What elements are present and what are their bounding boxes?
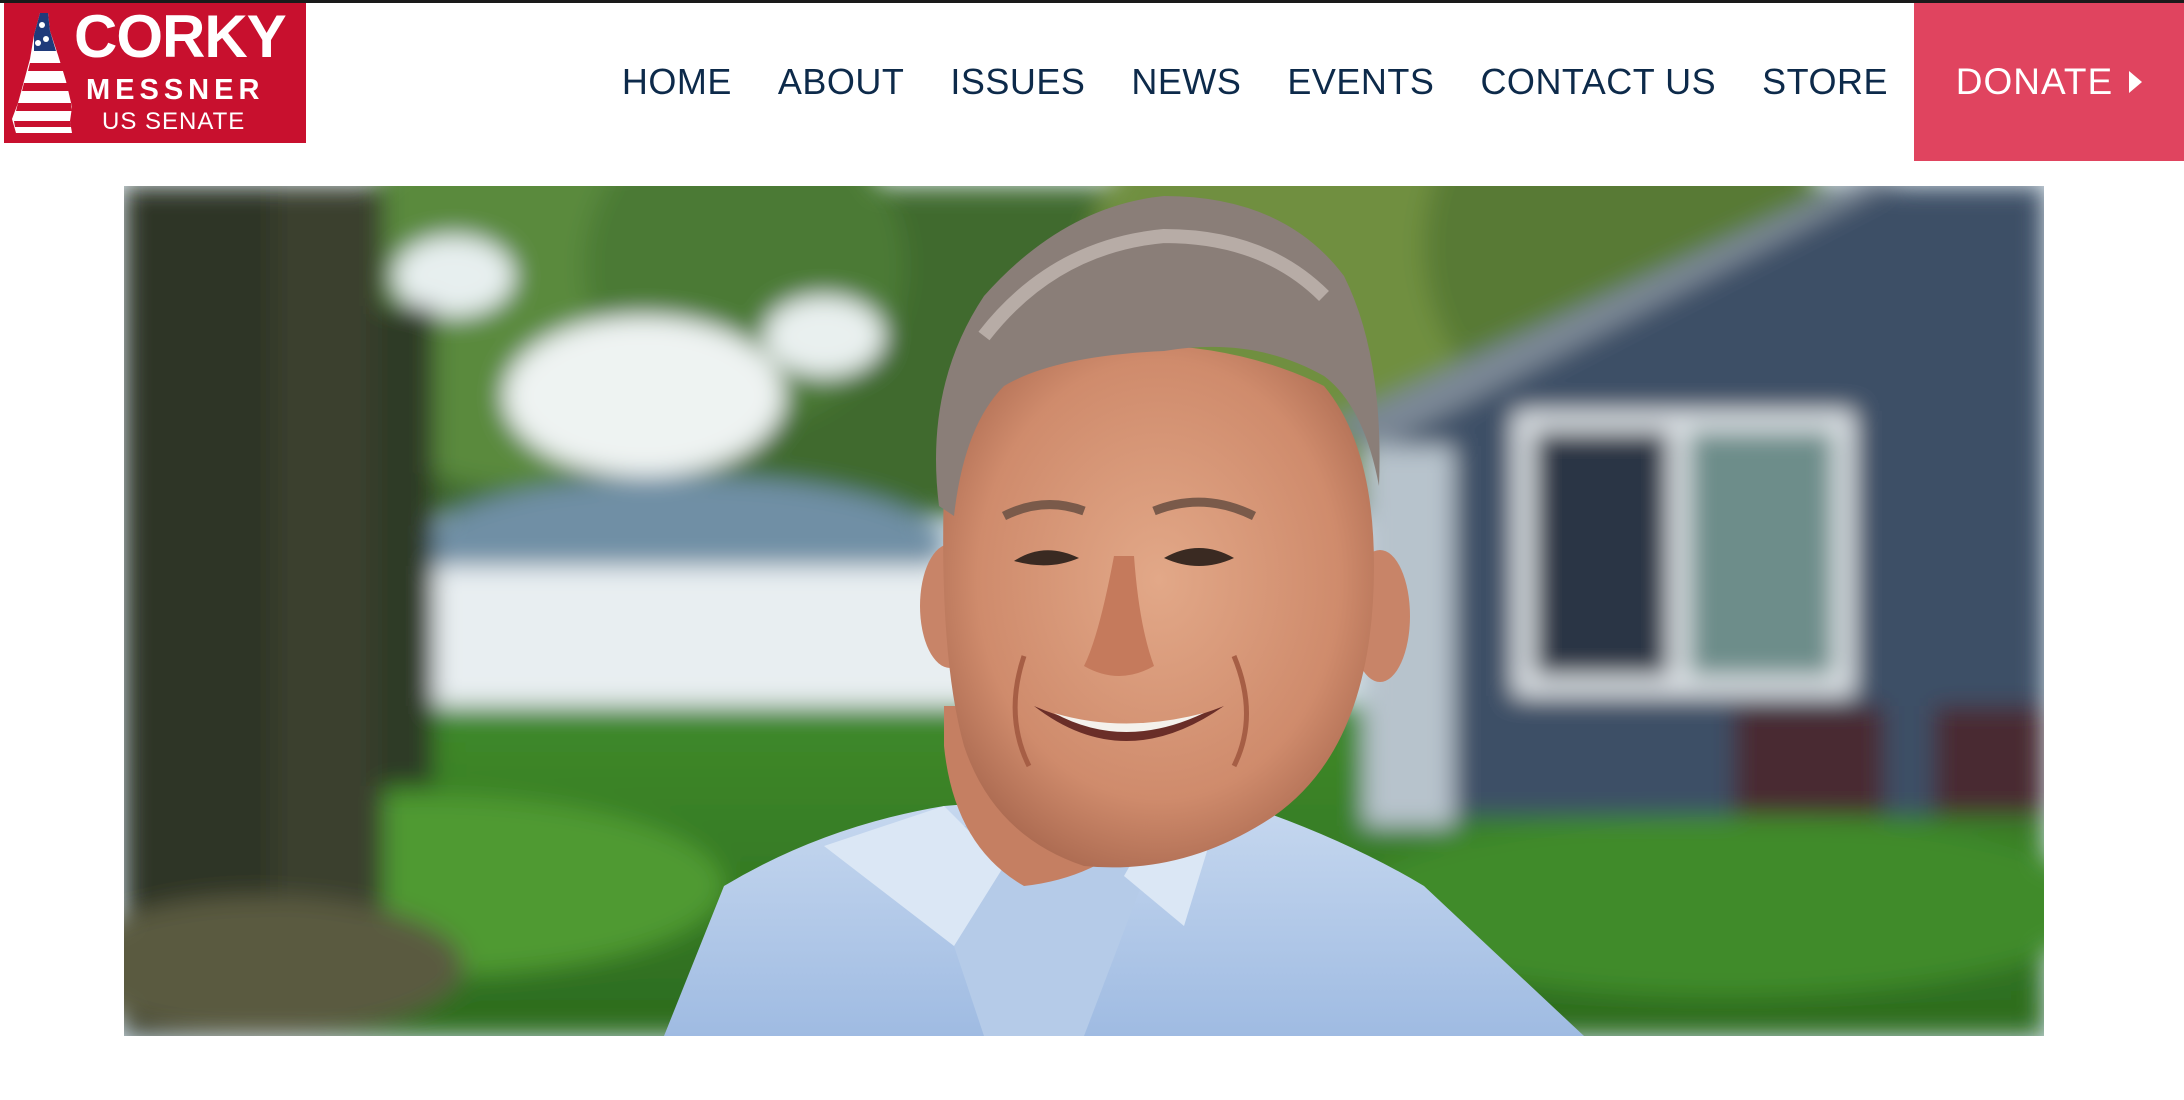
logo-name-first: CORKY bbox=[74, 3, 287, 70]
page: CORKY MESSNER US SENATE HOME ABOUT ISSUE… bbox=[0, 0, 2184, 1100]
logo-office: US SENATE bbox=[102, 108, 246, 135]
nav-store[interactable]: STORE bbox=[1762, 61, 1888, 103]
nav-contact-us[interactable]: CONTACT US bbox=[1480, 61, 1716, 103]
logo-name-last: MESSNER bbox=[86, 74, 265, 106]
donate-button[interactable]: DONATE bbox=[1914, 3, 2184, 161]
hero-photo bbox=[124, 186, 2044, 1036]
nav-issues[interactable]: ISSUES bbox=[950, 61, 1085, 103]
nav-home[interactable]: HOME bbox=[622, 61, 732, 103]
main-nav: HOME ABOUT ISSUES NEWS EVENTS CONTACT US… bbox=[622, 3, 2184, 161]
site-logo[interactable]: CORKY MESSNER US SENATE bbox=[4, 3, 306, 143]
nh-state-flag-icon bbox=[12, 13, 72, 133]
nav-events[interactable]: EVENTS bbox=[1287, 61, 1434, 103]
donate-label: DONATE bbox=[1955, 61, 2114, 102]
site-header: CORKY MESSNER US SENATE HOME ABOUT ISSUE… bbox=[0, 3, 2184, 161]
caret-right-icon bbox=[2129, 71, 2143, 93]
candidate-portrait-photo-icon bbox=[124, 186, 2044, 1036]
nav-about[interactable]: ABOUT bbox=[778, 61, 905, 103]
nav-news[interactable]: NEWS bbox=[1131, 61, 1241, 103]
